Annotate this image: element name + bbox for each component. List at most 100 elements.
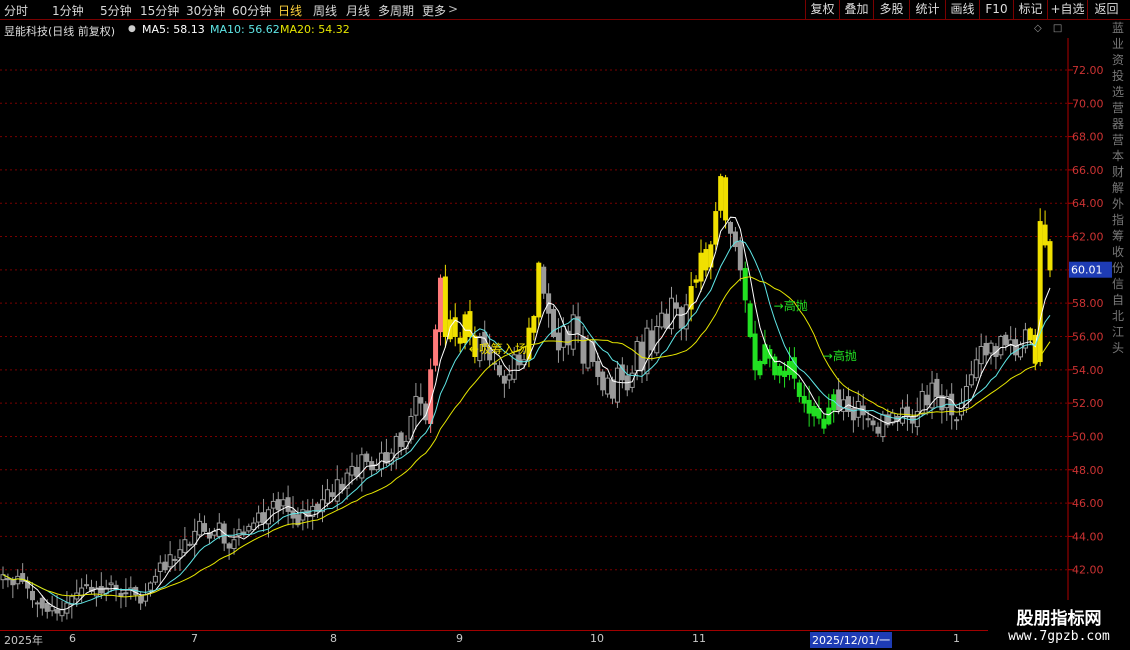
side-panel-tab[interactable]: 业: [1112, 36, 1130, 52]
candle: [1037, 221, 1043, 363]
candle: [118, 592, 124, 597]
y-tick-label: 42.00: [1072, 564, 1104, 577]
candle: [1018, 344, 1024, 358]
multi-stock-button[interactable]: 多股: [873, 0, 909, 19]
candle: [300, 509, 306, 521]
stock-name-label: 昱能科技(日线 前复权): [4, 25, 116, 38]
candle: [138, 595, 144, 604]
candle: [84, 584, 90, 587]
draw-line-button[interactable]: 画线: [945, 0, 979, 19]
candle: [359, 454, 365, 479]
period-tab-daily[interactable]: 日线: [278, 2, 302, 19]
candle: [39, 597, 45, 609]
candle: [821, 418, 827, 429]
diamond-icon[interactable]: ◇: [1034, 23, 1042, 34]
side-panel-tab[interactable]: 器: [1112, 116, 1130, 132]
period-tab-multi[interactable]: 多周期: [378, 2, 414, 19]
side-panel-tab[interactable]: 本: [1112, 148, 1130, 164]
period-tab-monthly[interactable]: 月线: [346, 2, 370, 19]
period-tab-15min[interactable]: 15分钟: [140, 2, 179, 19]
candle: [49, 605, 55, 612]
candle: [595, 361, 601, 377]
side-panel-tab[interactable]: 信: [1112, 276, 1130, 292]
kline-chart[interactable]: 42.00 44.00 46.00 48.00 50.00 52.00 54.00 56.00…: [0, 38, 1112, 630]
period-tab-1min[interactable]: 1分钟: [52, 2, 84, 19]
candle: [329, 492, 335, 497]
candle: [501, 375, 507, 384]
side-panel-tab[interactable]: 北: [1112, 308, 1130, 324]
side-panel-tab[interactable]: 江: [1112, 324, 1130, 340]
side-panel-tab[interactable]: 收: [1112, 244, 1130, 260]
candle: [162, 561, 168, 571]
signal-annotation: ←吸筹入场: [469, 342, 527, 356]
candle: [157, 562, 163, 572]
right-side-panel[interactable]: 蓝业资投选营器营本财解外指筹收份信自北江头: [1112, 20, 1130, 400]
y-tick-label: 62.00: [1072, 231, 1104, 244]
period-tab-weekly[interactable]: 周线: [313, 2, 337, 19]
side-panel-tab[interactable]: 筹: [1112, 228, 1130, 244]
side-panel-tab[interactable]: 外: [1112, 196, 1130, 212]
candle: [398, 432, 404, 447]
candle: [973, 359, 979, 379]
candle: [954, 419, 960, 422]
f10-button[interactable]: F10: [979, 0, 1013, 19]
side-panel-tab[interactable]: 资: [1112, 52, 1130, 68]
side-panel-tab[interactable]: 投: [1112, 68, 1130, 84]
candle: [747, 303, 753, 337]
candle: [900, 407, 906, 424]
candle: [998, 336, 1004, 356]
candle: [978, 345, 984, 365]
candle: [924, 394, 930, 406]
square-icon[interactable]: □: [1053, 23, 1062, 34]
x-axis: 2025年 6 7 8 9 10 11 2025/12/01/一 1: [0, 630, 1130, 650]
candle: [782, 370, 788, 377]
side-panel-tab[interactable]: 指: [1112, 212, 1130, 228]
candle: [270, 500, 276, 509]
candle: [737, 241, 743, 271]
statistics-button[interactable]: 统计: [909, 0, 945, 19]
overlay-button[interactable]: 叠加: [839, 0, 873, 19]
side-panel-tab[interactable]: 份: [1112, 260, 1130, 276]
y-tick-label: 66.00: [1072, 164, 1104, 177]
side-panel-tab[interactable]: 头: [1112, 340, 1130, 356]
candle: [147, 582, 153, 591]
candle: [457, 337, 463, 344]
y-tick-label: 48.00: [1072, 464, 1104, 477]
candle: [349, 465, 355, 476]
period-tab-60min[interactable]: 60分钟: [232, 2, 271, 19]
fuquan-button[interactable]: 复权: [805, 0, 839, 19]
side-panel-tab[interactable]: 解: [1112, 180, 1130, 196]
chevron-right-icon[interactable]: >: [448, 2, 458, 16]
add-watchlist-button[interactable]: +自选: [1047, 0, 1087, 19]
side-panel-tab[interactable]: 选: [1112, 84, 1130, 100]
ma20-label: MA20: 54.32: [280, 23, 350, 36]
y-tick-label: 72.00: [1072, 64, 1104, 77]
side-panel-tab[interactable]: 自: [1112, 292, 1130, 308]
top-toolbar: 分时 1分钟 5分钟 15分钟 30分钟 60分钟 日线 周线 月线 多周期 更…: [0, 0, 1130, 20]
period-tab-intraday[interactable]: 分时: [4, 2, 28, 19]
candle: [285, 497, 291, 512]
candle: [275, 499, 281, 511]
candle: [108, 582, 114, 586]
side-panel-tab[interactable]: 营: [1112, 100, 1130, 116]
x-label-year: 2025年: [4, 634, 43, 647]
period-tab-more[interactable]: 更多: [422, 2, 446, 19]
dropdown-icon[interactable]: ●: [128, 24, 136, 34]
y-tick-label: 50.00: [1072, 430, 1104, 443]
candle: [1047, 241, 1053, 271]
y-tick-label: 64.00: [1072, 197, 1104, 210]
candle: [197, 520, 203, 536]
candle: [659, 312, 665, 328]
side-panel-tab[interactable]: 营: [1112, 132, 1130, 148]
candle: [413, 395, 419, 416]
candle: [324, 489, 330, 504]
period-tab-30min[interactable]: 30分钟: [186, 2, 225, 19]
mark-button[interactable]: 标记: [1013, 0, 1047, 19]
signal-annotation: →高抛: [774, 298, 808, 313]
candle: [713, 211, 719, 245]
ma5-label: MA5: 58.13: [142, 23, 205, 36]
back-button[interactable]: 返回: [1087, 0, 1125, 19]
period-tab-5min[interactable]: 5分钟: [100, 2, 132, 19]
side-panel-tab[interactable]: 财: [1112, 164, 1130, 180]
side-panel-tab[interactable]: 蓝: [1112, 20, 1130, 36]
